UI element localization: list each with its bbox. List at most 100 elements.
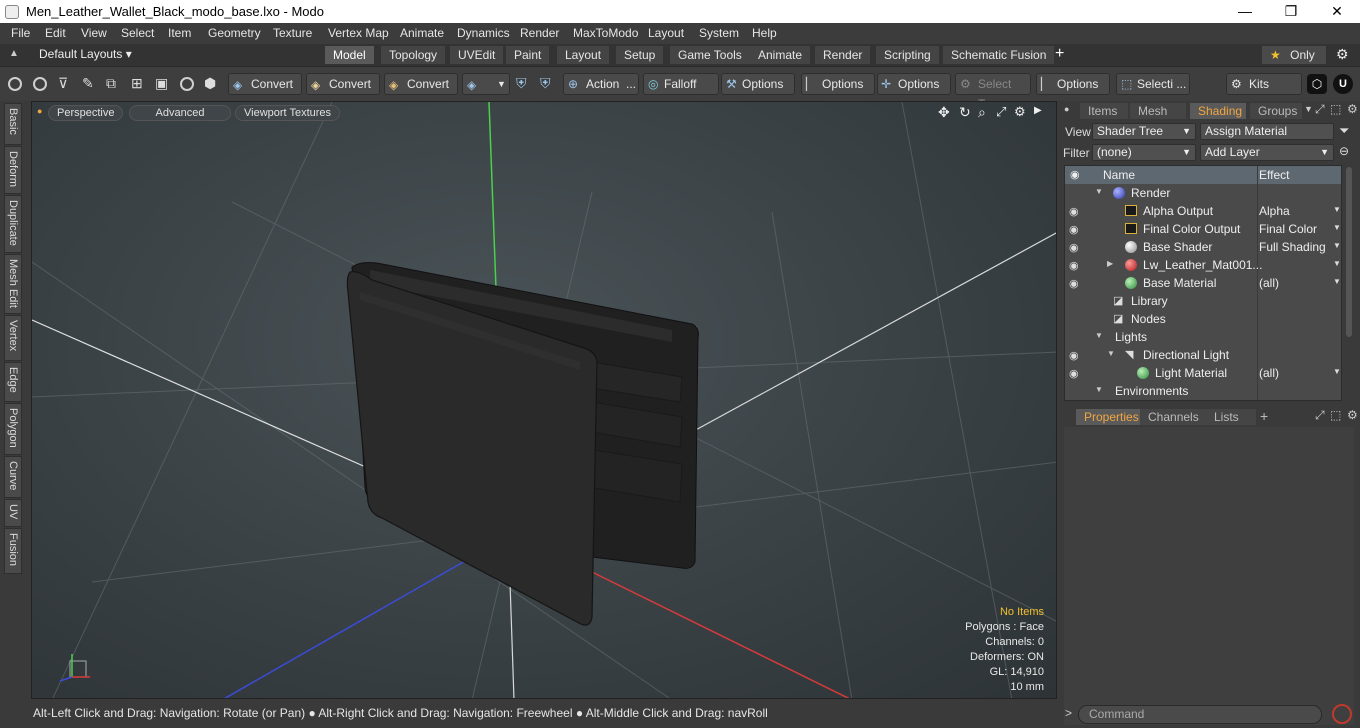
brush-icon[interactable]: ✎: [82, 75, 94, 92]
tab-polygon[interactable]: Polygon: [4, 403, 22, 455]
menu-view[interactable]: View: [81, 26, 107, 40]
vertex-select-icon[interactable]: [8, 77, 22, 91]
tree-row-nodes[interactable]: ◪ Nodes: [1065, 310, 1341, 328]
material-icon[interactable]: [180, 77, 194, 91]
popout-icon[interactable]: ⬚: [1330, 408, 1341, 422]
tab-schematic-fusion[interactable]: Schematic Fusion: [943, 46, 1055, 64]
tab-mesh-edit[interactable]: Mesh Edit: [4, 254, 22, 314]
tree-row-directional-light[interactable]: ◉ ▼ ◥ Directional Light: [1065, 346, 1341, 364]
tab-channels[interactable]: Channels: [1140, 409, 1207, 425]
layouts-dropdown[interactable]: Default Layouts ▾: [39, 47, 132, 61]
tab-items[interactable]: Items: [1080, 103, 1128, 119]
add-tab-button[interactable]: +: [1260, 408, 1268, 424]
tab-edge[interactable]: Edge: [4, 362, 22, 402]
chevron-down-icon[interactable]: ▼: [1333, 277, 1341, 286]
pen-icon[interactable]: ⊽: [58, 75, 68, 92]
chevron-down-icon[interactable]: ▼: [1333, 259, 1341, 268]
menu-render[interactable]: Render: [520, 26, 559, 40]
chevron-down-icon[interactable]: ▼: [1333, 241, 1341, 250]
tree-row-library[interactable]: ◪ Library: [1065, 292, 1341, 310]
menu-animate[interactable]: Animate: [400, 26, 444, 40]
viewport-textures-button[interactable]: Viewport Textures: [235, 105, 341, 121]
shield-icon[interactable]: ⛨: [516, 75, 527, 92]
tab-basic[interactable]: Basic: [4, 103, 22, 145]
command-input[interactable]: Command: [1078, 705, 1322, 724]
expand-icon[interactable]: ⤢: [1315, 102, 1325, 117]
unreal-icon[interactable]: U: [1333, 74, 1353, 94]
tab-fusion[interactable]: Fusion: [4, 528, 22, 574]
tab-deform[interactable]: Deform: [4, 146, 22, 194]
menu-vertex-map[interactable]: Vertex Map: [328, 26, 389, 40]
convert-button-2[interactable]: ◈ Convert: [306, 73, 380, 95]
select-t-button[interactable]: ⚙ Select T...: [955, 73, 1031, 111]
menu-texture[interactable]: Texture: [273, 26, 312, 40]
chevron-down-icon[interactable]: ▼: [1304, 104, 1313, 114]
tab-setup[interactable]: Setup: [616, 46, 664, 64]
chevron-down-icon[interactable]: ▼: [1333, 205, 1341, 214]
name-column-header[interactable]: Name: [1103, 168, 1135, 182]
tree-row-leather-material[interactable]: ◉ ▶ Lw_Leather_Mat001... ▼: [1065, 256, 1341, 274]
expand-arrow-icon[interactable]: ▼: [1095, 187, 1103, 196]
collapse-icon[interactable]: ▲: [9, 48, 19, 59]
tab-game-tools[interactable]: Game Tools: [670, 46, 750, 64]
chevron-down-icon[interactable]: ▼: [1333, 223, 1341, 232]
tab-lists[interactable]: Lists: [1206, 409, 1256, 425]
menu-edit[interactable]: Edit: [45, 26, 66, 40]
polygon-icon[interactable]: ⊞: [131, 75, 143, 92]
gear-icon[interactable]: ⚙: [1014, 104, 1026, 120]
expand-arrow-icon[interactable]: ▶: [1107, 259, 1113, 268]
tab-properties[interactable]: Properties: [1076, 409, 1147, 425]
record-icon[interactable]: [1332, 704, 1352, 724]
tree-row-lights[interactable]: ▼ Lights: [1065, 328, 1341, 346]
collapse-icon[interactable]: ⊖: [1339, 144, 1349, 158]
falloff-button[interactable]: ◎ Falloff: [643, 73, 719, 95]
action-button[interactable]: ⊕ Action ...: [563, 73, 639, 95]
eye-icon[interactable]: ◉: [1069, 367, 1079, 380]
unity-icon[interactable]: ⬡: [1307, 74, 1327, 94]
tree-row-light-material[interactable]: ◉ Light Material (all) ▼: [1065, 364, 1341, 382]
close-button[interactable]: ✕: [1314, 0, 1360, 23]
options-button-2[interactable]: ▏ Options: [801, 73, 875, 95]
chevron-down-icon[interactable]: ▼: [1333, 367, 1341, 376]
tab-uv[interactable]: UV: [4, 499, 22, 527]
rotate-icon[interactable]: ↻: [959, 104, 971, 121]
mesh-dropdown[interactable]: ◈ ▼: [462, 73, 510, 95]
expand-arrow-icon[interactable]: ▼: [1095, 331, 1103, 340]
tab-duplicate[interactable]: Duplicate: [4, 195, 22, 253]
expand-icon[interactable]: ⤢: [1315, 408, 1325, 423]
tab-uvedit[interactable]: UVEdit: [450, 46, 504, 64]
edge-icon[interactable]: ⧉: [106, 75, 116, 92]
gear-icon[interactable]: ⚙: [1347, 102, 1358, 116]
menu-file[interactable]: File: [11, 26, 30, 40]
menu-system[interactable]: System: [699, 26, 739, 40]
viewport-dot-icon[interactable]: ●: [37, 106, 42, 116]
eye-icon[interactable]: ◉: [1070, 168, 1080, 181]
effect-column-header[interactable]: Effect: [1259, 168, 1289, 182]
item-icon[interactable]: ▣: [155, 75, 168, 92]
tab-layout[interactable]: Layout: [557, 46, 610, 64]
expand-arrow-icon[interactable]: ▼: [1095, 385, 1103, 394]
menu-select[interactable]: Select: [121, 26, 154, 40]
tab-curve[interactable]: Curve: [4, 456, 22, 498]
convert-button-3[interactable]: ◈ Convert: [384, 73, 458, 95]
view-dropdown[interactable]: Shader Tree ▼: [1092, 123, 1196, 140]
pan-icon[interactable]: ✥: [938, 104, 950, 121]
options-button-3[interactable]: ✛ Options: [877, 73, 951, 95]
perspective-button[interactable]: Perspective: [48, 105, 124, 121]
tab-topology[interactable]: Topology: [381, 46, 446, 64]
convert-button-1[interactable]: ◈ Convert: [228, 73, 302, 95]
zoom-icon[interactable]: ⌕: [978, 104, 986, 121]
eye-icon[interactable]: ◉: [1069, 205, 1079, 218]
add-tab-button[interactable]: +: [1055, 45, 1064, 63]
tab-animate[interactable]: Animate: [750, 46, 811, 64]
tree-scrollbar[interactable]: [1344, 165, 1354, 401]
advanced-button[interactable]: Advanced: [129, 105, 231, 121]
eye-icon[interactable]: ◉: [1069, 241, 1079, 254]
tab-vertex[interactable]: Vertex: [4, 315, 22, 361]
menu-geometry[interactable]: Geometry: [208, 26, 261, 40]
maximize-button[interactable]: ❐: [1268, 0, 1314, 23]
tab-paint[interactable]: Paint: [506, 46, 550, 64]
filter-dropdown[interactable]: (none) ▼: [1092, 144, 1196, 161]
tab-shading[interactable]: Shading: [1190, 103, 1246, 119]
eye-icon[interactable]: ◉: [1069, 277, 1079, 290]
